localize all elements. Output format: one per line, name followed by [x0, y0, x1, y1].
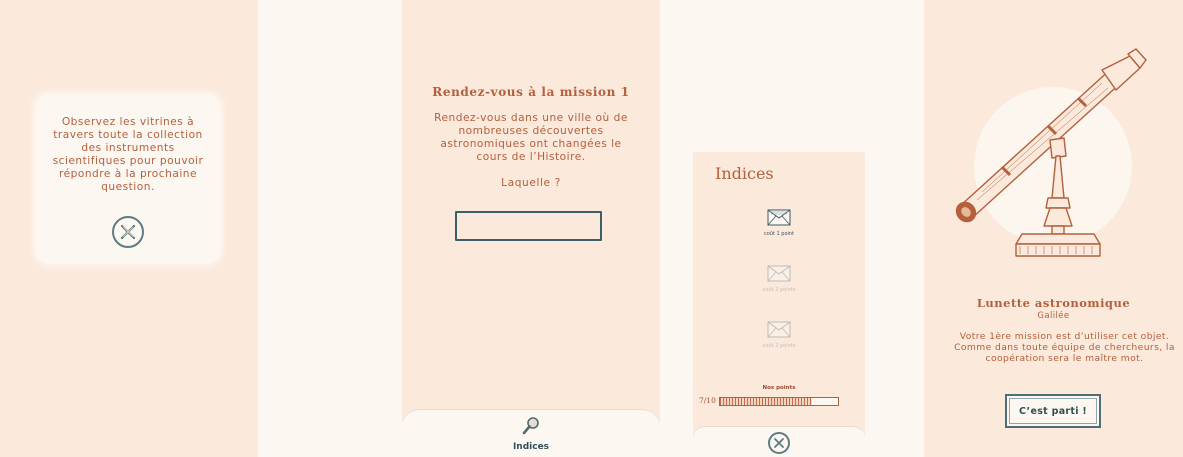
- points-row: 7/10: [699, 396, 845, 408]
- envelope-icon: [767, 321, 791, 338]
- points-progress-fill: [720, 398, 813, 405]
- close-icon: [120, 224, 136, 240]
- start-button-label: C’est parti !: [1018, 405, 1088, 417]
- object-title: Lunette astronomique: [976, 296, 1131, 310]
- instruction-text: Observez les vitrines à travers toute la…: [52, 116, 204, 193]
- spacer-panel: [258, 0, 402, 457]
- clue-3[interactable]: coût 2 points: [693, 321, 865, 349]
- object-description: Votre 1ère mission est d’utiliser cet ob…: [954, 331, 1175, 364]
- instruction-screen: Observez les vitrines à travers toute la…: [0, 0, 258, 457]
- close-hints-button[interactable]: [768, 432, 790, 454]
- mission-question: Laquelle ?: [501, 177, 561, 189]
- mission-title: Rendez-vous à la mission 1: [432, 85, 630, 99]
- object-subtitle: Galilée: [1037, 311, 1070, 321]
- hints-bottom-bar: [693, 426, 865, 457]
- telescope-illustration: [955, 48, 1147, 257]
- points-progress-bar: [719, 397, 839, 406]
- hints-sheet: Indices coût 1 point coût 2 points coût …: [693, 152, 865, 457]
- clue-2-cost: coût 2 points: [762, 287, 796, 293]
- hints-title: Indices: [715, 164, 774, 183]
- hints-screen: Indices coût 1 point coût 2 points coût …: [660, 0, 924, 457]
- bottom-tab-bar: Indices: [402, 409, 660, 457]
- tab-indices[interactable]: Indices: [402, 416, 660, 452]
- answer-input[interactable]: [455, 211, 602, 241]
- clue-2[interactable]: coût 2 points: [693, 265, 865, 293]
- points-label: Nos points: [762, 385, 796, 391]
- close-button[interactable]: [112, 216, 144, 248]
- instruction-card: Observez les vitrines à travers toute la…: [35, 94, 221, 264]
- clue-1-cost: coût 1 point: [763, 231, 795, 237]
- points-value: 7/10: [699, 396, 716, 405]
- mission-screen: Rendez-vous à la mission 1 Rendez-vous d…: [402, 0, 660, 457]
- clue-1[interactable]: coût 1 point: [693, 209, 865, 237]
- clue-3-cost: coût 2 points: [762, 343, 796, 349]
- object-screen: Lunette astronomique Galilée Votre 1ère …: [924, 0, 1183, 457]
- magnifier-icon: [522, 417, 539, 435]
- close-icon: [774, 438, 784, 448]
- envelope-icon: [767, 209, 791, 226]
- tab-indices-label: Indices: [512, 442, 550, 452]
- mission-text: Rendez-vous dans une ville où de nombreu…: [434, 112, 628, 163]
- start-button[interactable]: C’est parti !: [1005, 394, 1101, 428]
- envelope-icon: [767, 265, 791, 282]
